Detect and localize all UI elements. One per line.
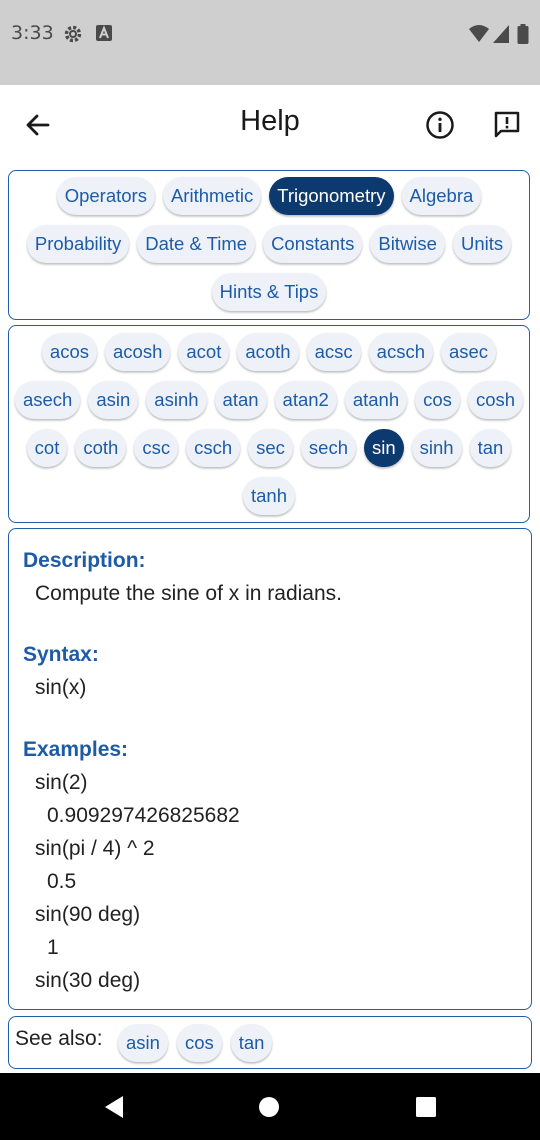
info-button[interactable] — [422, 107, 458, 143]
function-chip-acot[interactable]: acot — [178, 333, 230, 371]
function-chip-atanh[interactable]: atanh — [344, 381, 408, 419]
app-bar: Help — [0, 85, 540, 163]
function-chip-row: cot coth csc csch sec sech sin sinh tan — [9, 429, 529, 467]
example-expression: sin(30 deg) — [35, 969, 141, 992]
syntax-text: sin(x) — [35, 676, 87, 699]
category-chip-arithmetic[interactable]: Arithmetic — [162, 177, 262, 215]
info-icon — [426, 111, 454, 139]
page-title: Help — [240, 105, 300, 137]
function-chip-atan2[interactable]: atan2 — [274, 381, 337, 419]
function-chip-asech[interactable]: asech — [14, 381, 81, 419]
function-chip-csc[interactable]: csc — [134, 429, 179, 467]
function-chip-acosh[interactable]: acosh — [105, 333, 171, 371]
home-nav-icon[interactable] — [258, 1096, 280, 1123]
function-chip-acsch[interactable]: acsch — [368, 333, 433, 371]
recents-nav-icon[interactable] — [415, 1096, 437, 1123]
category-chip-constants[interactable]: Constants — [263, 225, 363, 263]
signal-icon — [492, 24, 510, 49]
description-heading: Description: — [23, 549, 146, 572]
function-chip-acsc[interactable]: acsc — [306, 333, 361, 371]
function-chip-cos[interactable]: cos — [415, 381, 460, 419]
see-also-chip-asin[interactable]: asin — [118, 1024, 168, 1062]
settings-icon — [63, 24, 83, 49]
category-chip-trigonometry[interactable]: Trigonometry — [269, 177, 394, 215]
function-chip-sin[interactable]: sin — [364, 429, 404, 467]
example-expression: sin(pi / 4) ^ 2 — [35, 837, 155, 860]
function-chip-asin[interactable]: asin — [88, 381, 139, 419]
category-chip-date-time[interactable]: Date & Time — [137, 225, 256, 263]
back-nav-icon[interactable] — [103, 1095, 125, 1124]
category-chip-operators[interactable]: Operators — [56, 177, 155, 215]
function-chip-row: tanh — [9, 477, 529, 515]
description-panel: Description: Compute the sine of x in ra… — [8, 528, 532, 1010]
function-chip-coth[interactable]: coth — [75, 429, 127, 467]
function-panel: acos acosh acot acoth acsc acsch asec asech asin… — [8, 325, 530, 523]
see-also-label: See also: — [15, 1027, 103, 1050]
function-chip-asec[interactable]: asec — [440, 333, 497, 371]
wifi-icon — [468, 24, 490, 49]
status-bar: 3:33 — [0, 0, 540, 85]
category-chip-algebra[interactable]: Algebra — [401, 177, 482, 215]
function-chip-acos[interactable]: acos — [41, 333, 97, 371]
see-also-panel: See also: asin cos tan — [8, 1016, 532, 1069]
category-panel: Operators Arithmetic Trigonometry Algebra Pr… — [8, 170, 530, 320]
feedback-icon — [494, 111, 520, 138]
category-chip-row: Probability Date & Time Constants Bitwise Un… — [9, 225, 529, 263]
example-result: 0.5 — [47, 870, 77, 893]
status-time: 3:33 — [11, 22, 54, 44]
description-text: Compute the sine of x in radians. — [35, 582, 343, 605]
syntax-heading: Syntax: — [23, 643, 99, 666]
category-chip-row: Hints & Tips — [9, 273, 529, 311]
category-chip-hints-tips[interactable]: Hints & Tips — [211, 273, 327, 311]
function-chip-cot[interactable]: cot — [26, 429, 68, 467]
category-chip-units[interactable]: Units — [452, 225, 512, 263]
function-chip-sinh[interactable]: sinh — [411, 429, 462, 467]
function-chip-asinh[interactable]: asinh — [146, 381, 207, 419]
function-chip-sec[interactable]: sec — [248, 429, 293, 467]
see-also-chip-cos[interactable]: cos — [176, 1024, 222, 1062]
example-result: 0.909297426825682 — [47, 804, 240, 827]
function-chip-row: asech asin asinh atan atan2 atanh cos cosh — [9, 381, 529, 419]
example-expression: sin(2) — [35, 771, 88, 794]
category-chip-bitwise[interactable]: Bitwise — [370, 225, 445, 263]
function-chip-tan[interactable]: tan — [469, 429, 512, 467]
function-chip-sech[interactable]: sech — [300, 429, 356, 467]
function-chip-acoth[interactable]: acoth — [237, 333, 299, 371]
function-chip-csch[interactable]: csch — [186, 429, 241, 467]
category-chip-probability[interactable]: Probability — [26, 225, 130, 263]
category-chip-row: Operators Arithmetic Trigonometry Algebra — [9, 177, 529, 215]
function-chip-row: acos acosh acot acoth acsc acsch asec — [9, 333, 529, 371]
examples-heading: Examples: — [23, 738, 129, 761]
feedback-button[interactable] — [489, 107, 525, 143]
function-chip-tanh[interactable]: tanh — [242, 477, 295, 515]
a-notification-icon — [95, 24, 113, 47]
see-also-chip-tan[interactable]: tan — [230, 1024, 273, 1062]
example-expression: sin(90 deg) — [35, 903, 141, 926]
function-chip-atan[interactable]: atan — [214, 381, 267, 419]
function-chip-cosh[interactable]: cosh — [467, 381, 524, 419]
example-result: 1 — [47, 936, 59, 959]
navigation-bar — [0, 1073, 540, 1140]
battery-icon — [517, 24, 529, 49]
